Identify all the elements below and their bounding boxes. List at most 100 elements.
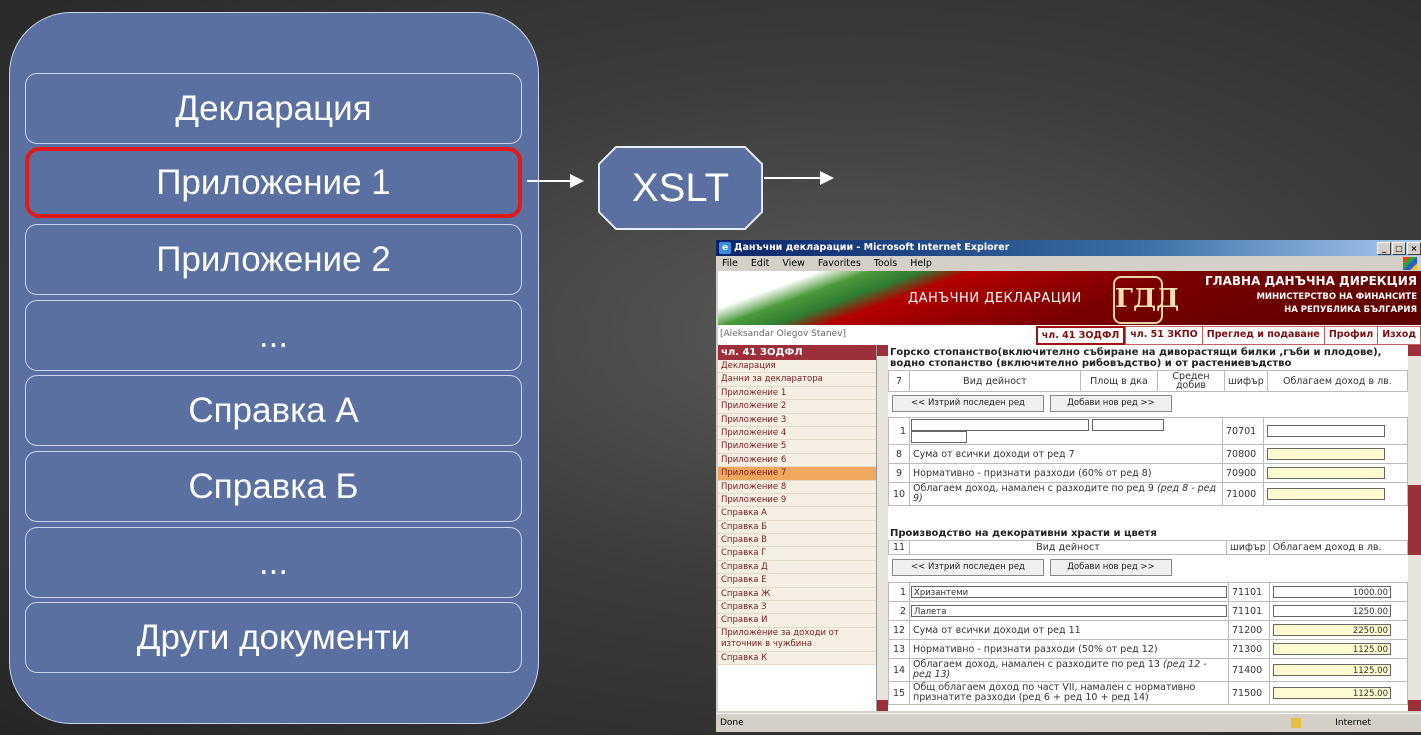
section-title-decorative: Производство на декоративни храсти и цве… xyxy=(890,528,1157,539)
left-nav-item[interactable]: Приложение 2 xyxy=(718,400,876,414)
left-nav-item[interactable]: Приложение 8 xyxy=(718,480,876,494)
menu-edit[interactable]: Edit xyxy=(751,258,769,269)
left-nav-scrollbar[interactable] xyxy=(877,345,888,711)
delete-last-row-button[interactable]: << Изтрий последен ред xyxy=(892,559,1044,576)
sum-output: 2250.00 xyxy=(1273,624,1391,636)
row-text: Сума от всички доходи от ред 11 xyxy=(909,620,1229,640)
form-content: Горско стопанство(включително събиране н… xyxy=(888,345,1408,711)
scroll-thumb[interactable] xyxy=(1408,485,1421,555)
activity-input[interactable] xyxy=(911,419,1089,431)
row-income-cell xyxy=(1263,417,1408,445)
row-text: Облагаем доход, намален с разходите по р… xyxy=(909,482,1223,506)
row-value-cell xyxy=(1263,482,1408,506)
menu-help[interactable]: Help xyxy=(910,258,932,269)
stack-item-reference-b: Справка Б xyxy=(25,451,522,522)
taxable-output: 1125.00 xyxy=(1273,664,1391,676)
topnav-art41[interactable]: чл. 41 ЗОДФЛ xyxy=(1035,326,1126,345)
topnav-profile[interactable]: Профил xyxy=(1323,326,1378,345)
banner-title: ДАНЪЧНИ ДЕКЛАРАЦИИ xyxy=(908,291,1082,306)
row-num: 13 xyxy=(888,639,910,659)
row-value-cell: 1125.00 xyxy=(1269,681,1408,705)
menu-file[interactable]: File xyxy=(722,258,738,269)
minimize-button[interactable]: _ xyxy=(1377,242,1391,255)
menu-view[interactable]: View xyxy=(782,258,805,269)
row-code: 71400 xyxy=(1228,658,1270,682)
menu-bar: File Edit View Favorites Tools Help xyxy=(716,256,1421,271)
yield-input[interactable] xyxy=(911,431,967,443)
left-nav-item[interactable]: Справка К xyxy=(718,651,876,666)
add-new-row-button[interactable]: Добави нов ред >> xyxy=(1050,559,1172,576)
maximize-button[interactable]: □ xyxy=(1392,242,1406,255)
close-button[interactable]: × xyxy=(1407,242,1421,255)
left-nav-item[interactable]: Справка З xyxy=(718,601,876,615)
left-nav-item[interactable]: Приложение 6 xyxy=(718,453,876,468)
income-input[interactable]: 1250.00 xyxy=(1273,605,1391,617)
header-area: Площ в дка xyxy=(1080,370,1158,392)
ie-logo-icon: e xyxy=(719,242,731,254)
sum-output xyxy=(1267,448,1385,460)
row-num: 8 xyxy=(888,444,910,464)
left-nav-item[interactable]: Приложение 1 xyxy=(718,386,876,401)
user-bar: [Aleksandar Olegov Stanev] чл. 41 ЗОДФЛ … xyxy=(718,325,1421,345)
left-nav-item[interactable]: Справка Б xyxy=(718,520,876,535)
row-text-main: Облагаем доход, намален с разходите по р… xyxy=(913,483,1154,494)
left-nav-item[interactable]: Справка Е xyxy=(718,574,876,588)
left-nav-item[interactable]: Декларация xyxy=(718,360,876,374)
left-nav-item-current[interactable]: Приложение 7 xyxy=(718,467,876,481)
row-value-cell: 1250.00 xyxy=(1269,601,1408,621)
left-nav-item[interactable]: Приложение 3 xyxy=(718,413,876,427)
banner-ministry-line-2: НА РЕПУБЛИКА БЪЛГАРИЯ xyxy=(1284,305,1417,315)
menu-tools[interactable]: Tools xyxy=(874,258,897,269)
status-bar: Done Internet xyxy=(716,713,1421,732)
left-nav-header: чл. 41 ЗОДФЛ xyxy=(718,345,876,360)
left-nav-item[interactable]: Приложение за доходи от източник в чужби… xyxy=(718,627,876,652)
left-navigation: чл. 41 ЗОДФЛ Декларация Данни за деклара… xyxy=(718,345,877,711)
row-buttons-1: << Изтрий последен ред Добави нов ред >> xyxy=(888,393,1408,413)
row-value-cell xyxy=(1263,444,1408,464)
menu-favorites[interactable]: Favorites xyxy=(818,258,861,269)
left-nav-item[interactable]: Справка Г xyxy=(718,547,876,561)
coat-of-arms-logo: ГДД xyxy=(1113,276,1179,324)
row-code: 71101 xyxy=(1228,582,1270,602)
banner-agency: ГЛАВНА ДАНЪЧНА ДИРЕКЦИЯ xyxy=(1205,274,1417,288)
status-zone: Internet xyxy=(1335,718,1371,728)
document-stack: Декларация Приложение 2 ... Справка А Сп… xyxy=(9,12,539,724)
left-nav-item[interactable]: Справка Д xyxy=(718,560,876,575)
add-new-row-button[interactable]: Добави нов ред >> xyxy=(1050,395,1172,412)
left-nav-item[interactable]: Приложение 4 xyxy=(718,426,876,441)
stack-item-attachment-2: Приложение 2 xyxy=(25,224,522,295)
content-scrollbar[interactable] xyxy=(1408,345,1421,711)
activity-input[interactable]: Лалета xyxy=(911,605,1227,617)
row-value-cell: 1125.00 xyxy=(1269,639,1408,659)
left-nav-item[interactable]: Приложение 9 xyxy=(718,493,876,508)
row-code: 71200 xyxy=(1228,620,1270,640)
topnav-logout[interactable]: Изход xyxy=(1377,326,1421,345)
row-num: 12 xyxy=(888,620,910,640)
stack-item-reference-a: Справка А xyxy=(25,375,522,446)
table-decorative-header: 11 Вид дейност шифър Облагаем доход в лв… xyxy=(888,540,1408,555)
windows-flag-icon xyxy=(1403,257,1417,270)
row-text: Общ облагаем доход по част VII, намален … xyxy=(909,681,1229,705)
row-buttons-2: << Изтрий последен ред Добави нов ред >> xyxy=(888,557,1408,577)
row-code: 71000 xyxy=(1222,482,1264,506)
area-input[interactable] xyxy=(1092,419,1165,431)
left-nav-item[interactable]: Данни за декларатора xyxy=(718,373,876,387)
row-code: 70701 xyxy=(1222,417,1264,445)
left-nav-item[interactable]: Приложение 5 xyxy=(718,440,876,454)
activity-input[interactable]: Хризантеми xyxy=(911,586,1227,598)
left-nav-item[interactable]: Справка И xyxy=(718,614,876,628)
header-code: шифър xyxy=(1224,370,1268,392)
row-num: 14 xyxy=(888,658,910,682)
status-done: Done xyxy=(720,718,744,728)
left-nav-item[interactable]: Справка В xyxy=(718,534,876,548)
left-nav-item[interactable]: Справка Ж xyxy=(718,587,876,602)
delete-last-row-button[interactable]: << Изтрий последен ред xyxy=(892,395,1044,412)
left-nav-item[interactable]: Справка А xyxy=(718,507,876,521)
topnav-art51[interactable]: чл. 51 ЗКПО xyxy=(1125,326,1202,345)
income-input[interactable] xyxy=(1267,425,1385,437)
table-decorative-rows: 1 Хризантеми 71101 1000.00 2 Лалета 7110… xyxy=(888,582,1408,705)
income-input[interactable]: 1000.00 xyxy=(1273,586,1391,598)
topnav-review-submit[interactable]: Преглед и подаване xyxy=(1201,326,1324,345)
banner-ministry-line-1: МИНИСТЕРСТВО НА ФИНАНСИТЕ xyxy=(1256,292,1417,302)
header-activity: Вид дейност xyxy=(909,370,1081,392)
